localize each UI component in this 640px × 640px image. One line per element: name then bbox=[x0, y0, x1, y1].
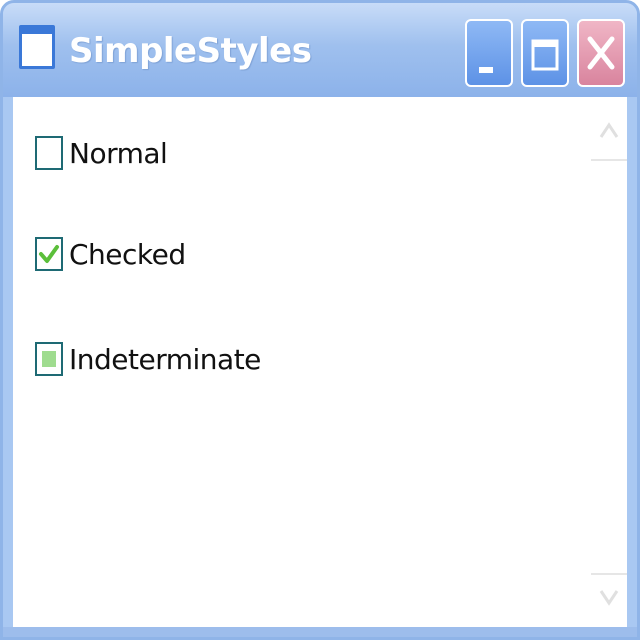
checkbox-box[interactable] bbox=[35, 342, 63, 376]
checkbox-indeterminate[interactable]: Indeterminate bbox=[35, 339, 261, 379]
client-area: Normal Checked Indeterminate bbox=[13, 97, 627, 627]
scroll-up-button[interactable] bbox=[591, 103, 627, 161]
scroll-down-button[interactable] bbox=[591, 573, 627, 631]
app-window: SimpleStyles Normal Checked Indeterminat… bbox=[0, 0, 640, 640]
indeterminate-mark-icon bbox=[42, 351, 56, 367]
maximize-button[interactable] bbox=[521, 19, 569, 87]
checkbox-label: Normal bbox=[69, 136, 168, 170]
window-app-icon bbox=[19, 25, 55, 69]
checkbox-box[interactable] bbox=[35, 237, 63, 271]
close-button[interactable] bbox=[577, 19, 625, 87]
checkbox-checked[interactable]: Checked bbox=[35, 234, 186, 274]
window-bottom-border bbox=[3, 627, 637, 637]
check-mark-icon bbox=[39, 245, 59, 263]
chevron-down-icon bbox=[599, 590, 619, 606]
title-bar[interactable]: SimpleStyles bbox=[3, 3, 637, 97]
close-icon bbox=[587, 36, 615, 70]
maximize-icon bbox=[531, 39, 559, 71]
checkbox-label: Indeterminate bbox=[69, 342, 261, 376]
checkbox-normal[interactable]: Normal bbox=[35, 133, 168, 173]
checkbox-label: Checked bbox=[69, 237, 186, 271]
minimize-icon bbox=[479, 67, 493, 73]
window-title: SimpleStyles bbox=[69, 31, 312, 71]
checkbox-box[interactable] bbox=[35, 136, 63, 170]
minimize-button[interactable] bbox=[465, 19, 513, 87]
vertical-scrollbar[interactable] bbox=[591, 97, 627, 627]
chevron-up-icon bbox=[599, 122, 619, 138]
